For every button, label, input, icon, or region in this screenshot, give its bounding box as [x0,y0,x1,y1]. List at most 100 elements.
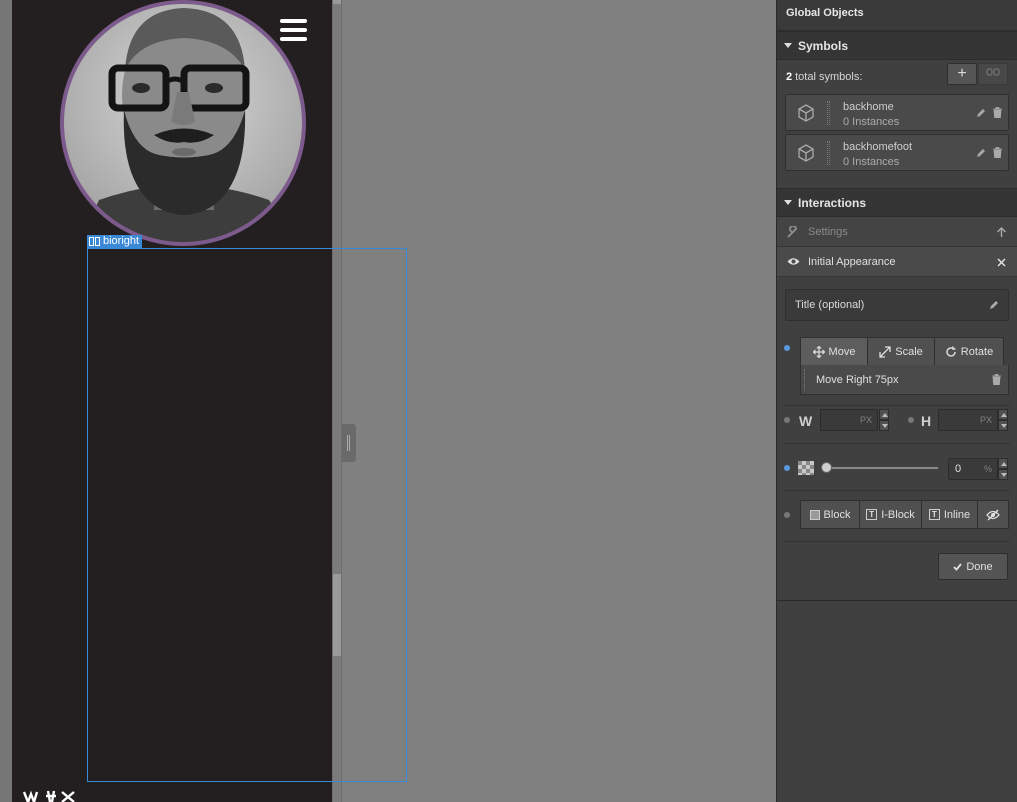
display-inline[interactable]: T Inline [921,500,977,529]
interaction-settings-row[interactable]: Settings [777,217,1017,247]
trash-icon[interactable] [993,147,1002,158]
drag-grip-icon[interactable] [827,101,830,125]
done-label: Done [966,560,993,573]
opacity-input[interactable]: 0 % [948,458,998,480]
selected-element-name: bioright [103,235,140,247]
height-input[interactable]: PX [938,409,998,431]
display-options: Block T I-Block T Inline [800,500,1009,529]
opacity-slider-handle[interactable] [821,462,832,473]
divider [784,490,1010,491]
symbols-body: 2 total symbols: + backhome 0 Instances [777,60,1017,188]
text-box-icon: T [866,509,878,520]
pencil-icon[interactable] [976,108,986,118]
height-unit: PX [979,415,992,425]
transform-item-label: Move Right 75px [816,374,899,386]
panel-title: Global Objects [777,0,1017,31]
symbol-name: backhomefoot [843,141,913,153]
columns-icon [89,237,100,246]
symbol-instances: 0 Instances [843,156,900,168]
symbols-section-toggle[interactable]: Symbols [777,31,1017,60]
initial-appearance-label: Initial Appearance [808,255,896,268]
symbol-item[interactable]: backhome 0 Instances [785,94,1009,131]
width-stepper[interactable] [879,409,889,431]
symbols-count: 2 total symbols: + [777,60,1017,94]
interactions-title: Interactions [798,195,867,210]
width-label: W [799,413,813,429]
display-inline-block-label: I-Block [881,508,915,521]
trash-icon[interactable] [993,107,1002,118]
unlink-symbol-button[interactable] [978,63,1008,85]
height-label: H [921,413,932,429]
unlink-icon [986,68,1000,76]
transform-list-item[interactable]: Move Right 75px [800,365,1009,395]
canvas-left-gutter [0,0,12,802]
eye-icon [787,258,800,265]
display-block-label: Block [823,508,851,521]
transform-active-dot[interactable] [784,345,790,351]
text-icon: T [928,509,940,520]
tab-rotate-label: Rotate [960,345,994,358]
scale-icon [879,345,891,358]
transform-tabs: Move Scale Rotate [800,337,1004,366]
tab-scale-label: Scale [895,345,923,358]
drag-grip-icon[interactable] [804,369,806,391]
display-inline-block[interactable]: T I-Block [859,500,921,529]
interactions-section-toggle[interactable]: Interactions [777,188,1017,217]
right-panel: Global Objects Symbols 2 total symbols: … [776,0,1017,802]
caret-down-icon [784,200,792,205]
profile-photo[interactable] [59,0,307,246]
title-placeholder: Title (optional) [795,299,865,311]
opacity-checker-icon [798,461,814,475]
panel-empty-area [777,601,1017,802]
rotate-icon [946,346,956,357]
cube-icon [798,104,814,122]
done-button[interactable]: Done [938,553,1008,580]
drag-grip-icon[interactable] [827,141,830,165]
symbol-instances: 0 Instances [843,116,900,128]
settings-label: Settings [808,225,848,238]
symbols-count-number: 2 [786,71,793,83]
arrow-up-icon[interactable] [996,227,1007,238]
move-arrows-icon [812,345,825,358]
hamburger-menu-icon[interactable] [280,19,307,41]
display-block[interactable]: Block [800,500,859,529]
add-symbol-button[interactable]: + [947,63,977,85]
initial-appearance-row[interactable]: Initial Appearance [777,247,1017,277]
opacity-value: 0 [955,463,962,475]
tab-rotate[interactable]: Rotate [934,337,1004,366]
pencil-icon[interactable] [976,148,986,158]
opacity-unit: % [983,464,992,474]
symbol-name: backhome [843,101,894,113]
selected-element-outline[interactable] [87,248,407,782]
selected-element-tag[interactable]: bioright [87,235,143,248]
height-stepper[interactable] [998,409,1008,431]
opacity-active-dot[interactable] [784,465,790,471]
checkmark-icon [953,562,963,571]
interaction-title-field[interactable]: Title (optional) [785,289,1009,321]
divider [784,541,1010,542]
tab-scale[interactable]: Scale [867,337,934,366]
symbols-title: Symbols [798,38,849,53]
opacity-stepper[interactable] [998,458,1008,480]
symbol-item[interactable]: backhomefoot 0 Instances [785,134,1009,171]
size-inactive-dot[interactable] [784,417,790,423]
divider [784,443,1010,444]
tab-move-label: Move [828,345,856,358]
display-inactive-dot[interactable] [784,512,790,518]
designer-canvas[interactable]: bioright [0,0,776,802]
divider [784,405,1010,406]
close-icon[interactable] [997,258,1006,267]
symbols-count-label: total symbols: [795,71,863,83]
tab-move[interactable]: Move [800,337,867,366]
handwritten-logo-fragment [22,790,75,802]
trash-icon[interactable] [992,374,1001,385]
pencil-icon[interactable] [989,300,999,310]
display-none[interactable] [977,500,1009,529]
width-input[interactable]: PX [820,409,878,431]
wrench-icon [787,225,798,238]
width-unit: PX [859,415,872,425]
height-inactive-dot[interactable] [908,417,914,423]
display-inline-label: Inline [943,508,971,521]
opacity-slider-track[interactable] [826,467,938,469]
eye-slash-icon [986,509,1000,520]
